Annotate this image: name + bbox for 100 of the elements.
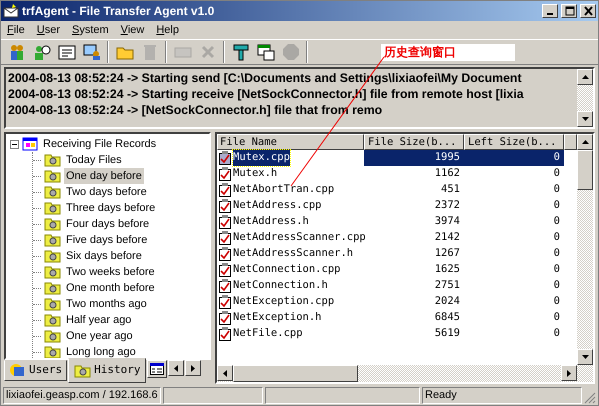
resize-grip-icon bbox=[584, 392, 596, 404]
scroll-up-button[interactable] bbox=[577, 69, 593, 85]
file-size-cell: 2372 bbox=[434, 199, 460, 212]
file-name-cell: Mutex.cpp bbox=[233, 150, 290, 166]
left-size-cell: 0 bbox=[554, 199, 560, 212]
folder-icon bbox=[44, 201, 61, 215]
windows-icon bbox=[256, 43, 274, 61]
tree-item[interactable]: One year ago bbox=[64, 328, 135, 344]
checkbox-icon[interactable] bbox=[219, 311, 231, 325]
menu-item[interactable]: User bbox=[30, 22, 66, 38]
folder-icon bbox=[74, 362, 92, 378]
tab[interactable]: Users bbox=[4, 360, 68, 380]
menu-item[interactable]: System bbox=[66, 22, 115, 38]
menu-item[interactable]: Help bbox=[150, 22, 185, 38]
file-name-cell-text: NetAddressScanner.cpp bbox=[233, 230, 366, 246]
file-size-cell: 2024 bbox=[434, 295, 460, 308]
left-arrow-icon bbox=[174, 364, 178, 372]
folder-icon bbox=[44, 329, 61, 343]
minimize-icon bbox=[547, 13, 553, 15]
checkbox-icon[interactable] bbox=[219, 167, 231, 181]
checkbox-icon[interactable] bbox=[219, 295, 231, 309]
file-size-cell: 1267 bbox=[434, 247, 460, 260]
checkbox-icon[interactable] bbox=[219, 199, 231, 213]
checkbox-icon[interactable] bbox=[219, 247, 231, 261]
tab-right-button[interactable] bbox=[185, 360, 202, 376]
scroll-left-button[interactable] bbox=[217, 365, 233, 381]
scroll-up-button[interactable] bbox=[577, 134, 593, 150]
file-size-cell: 2751 bbox=[434, 279, 460, 292]
scroll-down-button[interactable] bbox=[577, 349, 593, 365]
folder-icon bbox=[44, 297, 61, 311]
tree-item[interactable]: Half year ago bbox=[64, 312, 134, 328]
checkbox-icon[interactable] bbox=[219, 215, 231, 229]
calendar-icon bbox=[22, 137, 38, 151]
column-header[interactable]: File Name bbox=[217, 134, 364, 150]
column-header[interactable]: File Size(b... bbox=[364, 134, 464, 150]
scrollbar[interactable] bbox=[577, 134, 593, 365]
tree-item[interactable]: Today Files bbox=[64, 152, 124, 168]
checkbox-icon[interactable] bbox=[219, 231, 231, 245]
file-name-cell-text: Mutex.h bbox=[233, 166, 278, 182]
up-arrow-icon bbox=[582, 75, 588, 79]
tree-item[interactable]: Six days before bbox=[64, 248, 144, 264]
tree-item[interactable]: Four days before bbox=[64, 216, 152, 232]
maximize-button[interactable] bbox=[561, 4, 577, 18]
tab-left-button[interactable] bbox=[168, 360, 184, 376]
tab[interactable]: History bbox=[68, 358, 146, 382]
file-size-cell: 451 bbox=[441, 183, 460, 196]
menu-item[interactable]: View bbox=[114, 22, 150, 38]
scroll-thumb[interactable] bbox=[233, 365, 358, 382]
checkbox-icon[interactable] bbox=[219, 327, 231, 341]
tree-item[interactable]: Two weeks before bbox=[64, 264, 157, 280]
left-size-cell: 0 bbox=[554, 215, 560, 228]
left-size-cell: 0 bbox=[554, 167, 560, 180]
scroll-thumb[interactable] bbox=[577, 150, 593, 190]
expand-toggle-icon[interactable] bbox=[10, 140, 19, 148]
window-title: trfAgent - File Transfer Agent v1.0 bbox=[22, 3, 216, 20]
folder-icon bbox=[44, 313, 61, 327]
file-size-cell: 1162 bbox=[434, 167, 460, 180]
tree-item[interactable]: Two days before bbox=[64, 184, 149, 200]
right-arrow-icon bbox=[191, 364, 196, 372]
file-name-cell-text: NetFile.cpp bbox=[233, 326, 303, 342]
file-name-cell-text: NetAbortTran.cpp bbox=[233, 182, 334, 198]
close-button[interactable] bbox=[580, 4, 596, 18]
file-name-cell-text: NetAddressScanner.h bbox=[233, 246, 354, 262]
column-header[interactable]: Left Size(b... bbox=[464, 134, 564, 150]
left-size-cell: 0 bbox=[554, 295, 560, 308]
menu-item[interactable]: File bbox=[1, 22, 31, 38]
tree-item[interactable]: Two months ago bbox=[64, 296, 149, 312]
close-icon bbox=[582, 6, 594, 16]
maximize-icon bbox=[564, 6, 574, 16]
tree-item[interactable]: One month before bbox=[64, 280, 157, 296]
column-header[interactable] bbox=[564, 134, 577, 150]
tree-item[interactable]: Long long ago bbox=[64, 344, 138, 358]
file-name-cell-text: NetException.cpp bbox=[233, 294, 334, 310]
down-arrow-icon bbox=[582, 117, 588, 121]
left-size-cell: 0 bbox=[554, 247, 560, 260]
tree-item[interactable]: One day before bbox=[64, 168, 144, 184]
left-size-cell: 0 bbox=[554, 311, 560, 324]
file-name-cell-text: NetConnection.h bbox=[233, 278, 328, 294]
scroll-down-button[interactable] bbox=[577, 111, 593, 127]
tree-item[interactable]: Receiving File Records bbox=[41, 136, 158, 152]
left-size-cell: 0 bbox=[554, 231, 560, 244]
scrollbar[interactable] bbox=[577, 69, 593, 127]
checkbox-icon[interactable] bbox=[219, 279, 231, 293]
envelope-icon bbox=[3, 4, 19, 18]
tree-item[interactable]: Three days before bbox=[64, 200, 158, 216]
left-size-cell: 0 bbox=[554, 279, 560, 292]
file-name-cell-text: NetException.h bbox=[233, 310, 322, 326]
list-view-button[interactable] bbox=[147, 360, 168, 378]
form-icon bbox=[58, 43, 76, 61]
checkbox-icon[interactable] bbox=[219, 263, 231, 277]
status-text: Ready bbox=[422, 387, 582, 404]
annotation-label: 历史查询窗口 bbox=[381, 44, 515, 61]
left-size-cell: 0 bbox=[554, 183, 560, 196]
scrollbar[interactable] bbox=[217, 365, 593, 382]
minimize-button[interactable] bbox=[542, 4, 558, 18]
checkbox-icon[interactable] bbox=[219, 183, 231, 197]
file-size-cell: 5619 bbox=[434, 327, 460, 340]
checkbox-icon[interactable] bbox=[219, 151, 231, 165]
scroll-right-button[interactable] bbox=[561, 365, 577, 381]
tree-item[interactable]: Five days before bbox=[64, 232, 150, 248]
